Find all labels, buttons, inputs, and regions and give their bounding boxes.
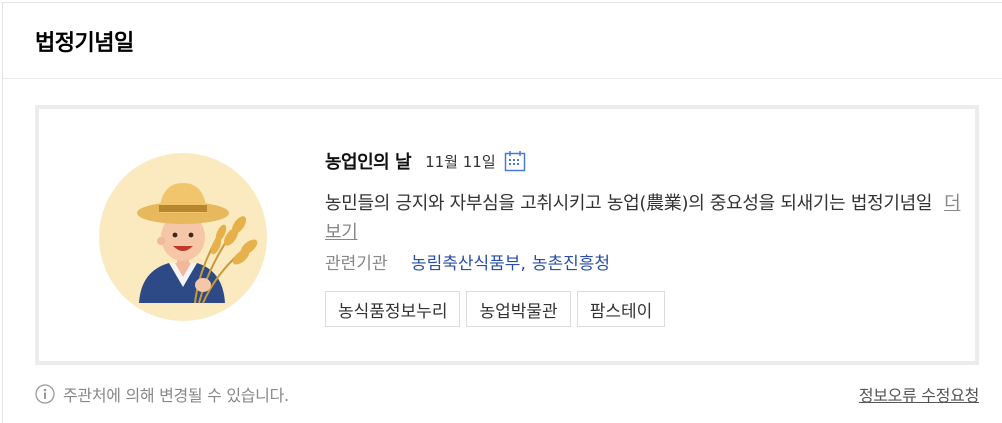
event-description: 농민들의 긍지와 자부심을 고취시키고 농업(農業)의 중요성을 되새기는 법정… xyxy=(325,193,933,214)
change-notice: 주관처에 의해 변경될 수 있습니다. xyxy=(63,386,289,405)
info-icon xyxy=(35,384,55,404)
org-separator: , xyxy=(520,254,526,274)
event-info: 농업인의 날 11월 11일 농민들의 긍지와 자부심을 고취시키고 농업(農業… xyxy=(325,147,965,327)
panel-footer: 주관처에 의해 변경될 수 있습니다. 정보오류 수정요청 xyxy=(35,379,979,409)
report-error-link[interactable]: 정보오류 수정요청 xyxy=(859,382,979,406)
event-date: 11월 11일 xyxy=(425,152,496,171)
event-card: 농업인의 날 11월 11일 농민들의 긍지와 자부심을 고취시키고 농업(農業… xyxy=(35,105,979,365)
related-link-chip[interactable]: 농식품정보누리 xyxy=(325,291,461,327)
event-description-block: 농민들의 긍지와 자부심을 고취시키고 농업(農業)의 중요성을 되새기는 법정… xyxy=(325,189,965,247)
section-title: 법정기념일 xyxy=(35,30,134,56)
related-organizations: 관련기관 농림축산식품부, 농촌진흥청 xyxy=(325,251,965,277)
org-link-mafra[interactable]: 농림축산식품부 xyxy=(411,254,520,274)
panel-header: 법정기념일 xyxy=(3,3,1002,79)
event-title-row: 농업인의 날 11월 11일 xyxy=(325,147,965,175)
event-name: 농업인의 날 xyxy=(325,152,412,173)
memorial-day-panel: 법정기념일 농업인의 날 11월 11일 농민들의 긍지와 자부심을 고취시키고… xyxy=(2,2,1002,423)
org-link-rda[interactable]: 농촌진흥청 xyxy=(532,254,610,274)
related-links: 농식품정보누리 농업박물관 팜스테이 xyxy=(325,291,965,327)
calendar-icon[interactable] xyxy=(504,150,526,172)
farmer-illustration xyxy=(99,153,267,321)
related-link-chip[interactable]: 농업박물관 xyxy=(466,291,571,327)
org-label: 관련기관 xyxy=(325,254,388,274)
related-link-chip[interactable]: 팜스테이 xyxy=(576,291,666,327)
